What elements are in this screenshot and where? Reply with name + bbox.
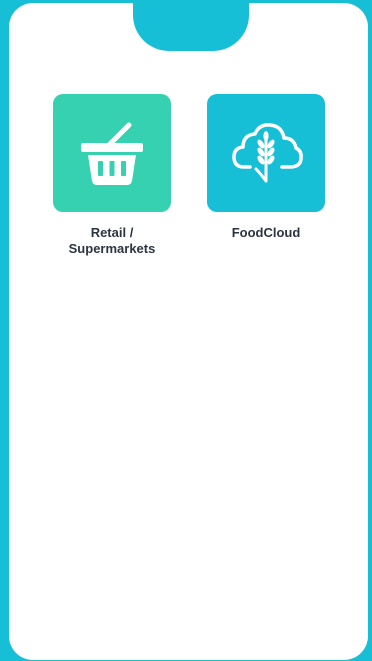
retail-supermarkets-label[interactable]: Retail / Supermarkets	[42, 225, 182, 257]
foodcloud-label[interactable]: FoodCloud	[196, 225, 336, 241]
foodcloud-tile[interactable]	[207, 94, 325, 212]
cloud-wheat-icon	[224, 111, 308, 195]
phone-notch	[133, 3, 249, 51]
phone-screen: Retail / Supermarkets FoodCloud	[9, 3, 368, 660]
basket-icon	[72, 113, 152, 193]
retail-supermarkets-tile[interactable]	[53, 94, 171, 212]
